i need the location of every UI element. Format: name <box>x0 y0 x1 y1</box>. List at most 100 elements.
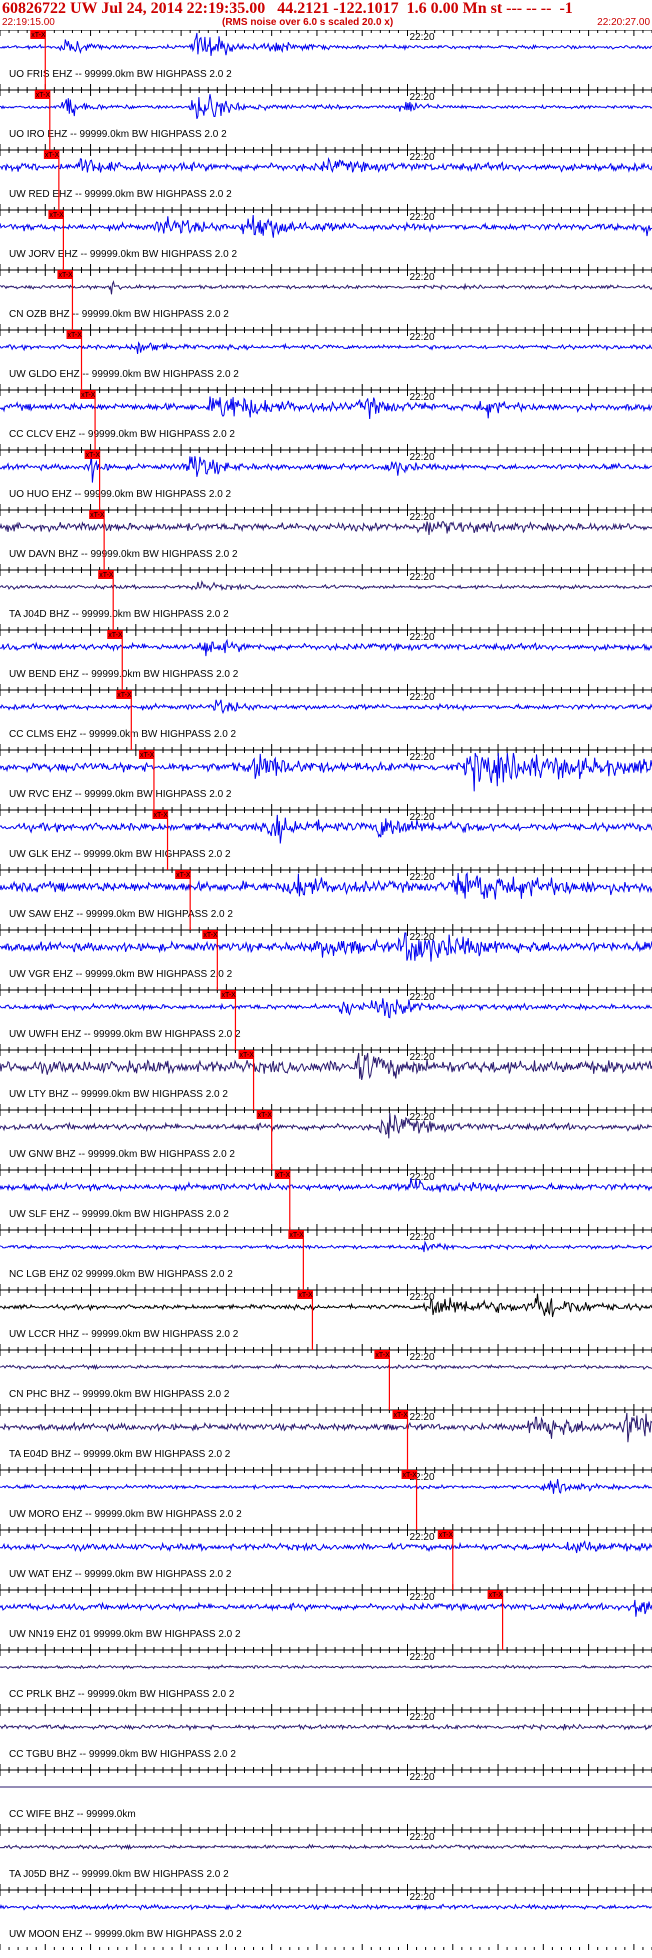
time-label: 22:20 <box>410 572 435 583</box>
time-label: 22:20 <box>410 932 435 943</box>
time-label: 22:20 <box>410 1112 435 1123</box>
station-label: UW RVC EHZ -- 99999.0km BW HIGHPASS 2.0 … <box>9 789 232 800</box>
station-label: CC PRLK BHZ -- 99999.0km BW HIGHPASS 2.0… <box>9 1689 235 1700</box>
station-label: UW LCCR HHZ -- 99999.0km BW HIGHPASS 2.0… <box>9 1329 239 1340</box>
pick-label: xT-X <box>394 1412 409 1419</box>
time-label: 22:20 <box>410 1532 435 1543</box>
waveform-trace <box>0 932 652 962</box>
station-label: UO FRIS EHZ -- 99999.0km BW HIGHPASS 2.0… <box>9 69 232 80</box>
waveform-trace <box>0 157 652 173</box>
station-label: UO IRO EHZ -- 99999.0km BW HIGHPASS 2.0 … <box>9 129 227 140</box>
waveform-trace <box>0 1363 652 1371</box>
pick-label: xT-X <box>375 1352 390 1359</box>
time-label: 22:20 <box>410 1712 435 1723</box>
time-label: 22:20 <box>410 152 435 163</box>
time-label: 22:20 <box>410 752 435 763</box>
pick-label: xT-X <box>90 512 105 519</box>
pick-label: xT-X <box>203 932 218 939</box>
waveform-trace <box>0 1723 652 1732</box>
waveform-trace <box>0 580 652 592</box>
waveform-trace <box>0 94 652 119</box>
pick-label: xT-X <box>117 692 132 699</box>
station-label: TA J05D BHZ -- 99999.0km BW HIGHPASS 2.0… <box>9 1869 229 1880</box>
waveform-trace <box>0 1112 652 1139</box>
waveform-trace <box>0 1540 652 1554</box>
station-label: CC CLCV EHZ -- 99999.0km BW HIGHPASS 2.0… <box>9 429 235 440</box>
station-label: NC LGB EHZ 02 99999.0km BW HIGHPASS 2.0 … <box>9 1269 233 1280</box>
waveform-trace <box>0 32 652 56</box>
time-label: 22:20 <box>410 992 435 1003</box>
pick-label: xT-X <box>86 452 101 459</box>
pick-label: xT-X <box>258 1112 273 1119</box>
pick-label: xT-X <box>176 872 191 879</box>
pick-label: xT-X <box>439 1532 454 1539</box>
time-label: 22:20 <box>410 272 435 283</box>
time-label: 22:20 <box>410 692 435 703</box>
start-time: 22:19:15.00 <box>2 17 55 28</box>
station-label: UW BEND EHZ -- 99999.0km BW HIGHPASS 2.0… <box>9 669 239 680</box>
waveform-trace <box>0 1599 652 1617</box>
station-label: TA E04D BHZ -- 99999.0km BW HIGHPASS 2.0… <box>9 1449 231 1460</box>
pick-label: xT-X <box>289 1232 304 1239</box>
station-label: TA J04D BHZ -- 99999.0km BW HIGHPASS 2.0… <box>9 609 229 620</box>
seismogram-plot: 22:20 UO FRIS EHZ -- 99999.0km BW HIGHPAS… <box>0 30 652 1950</box>
station-label: CN OZB BHZ -- 99999.0km BW HIGHPASS 2.0 … <box>9 309 229 320</box>
waveform-trace <box>0 1843 652 1851</box>
time-label: 22:20 <box>410 512 435 523</box>
station-label: UW LTY BHZ -- 99999.0km BW HIGHPASS 2.0 … <box>9 1089 228 1100</box>
station-label: UW NN19 EHZ 01 99999.0km BW HIGHPASS 2.0… <box>9 1629 241 1640</box>
pick-label: xT-X <box>298 1292 313 1299</box>
waveform-trace <box>0 752 652 792</box>
pick-label: xT-X <box>45 152 60 159</box>
time-label: 22:20 <box>410 332 435 343</box>
pick-label: xT-X <box>221 992 236 999</box>
time-label: 22:20 <box>410 632 435 643</box>
time-label: 22:20 <box>410 1172 435 1183</box>
station-label: UW MOON EHZ -- 99999.0km BW HIGHPASS 2.0… <box>9 1929 242 1940</box>
event-title: 60826722 UW Jul 24, 2014 22:19:35.00 44.… <box>2 0 573 17</box>
waveform-trace <box>0 699 652 715</box>
time-label: 22:20 <box>410 92 435 103</box>
pick-label: xT-X <box>31 32 46 39</box>
waveform-trace <box>0 1052 652 1081</box>
waveform-trace <box>0 280 652 295</box>
time-label: 22:20 <box>410 1352 435 1363</box>
pick-label: xT-X <box>81 392 96 399</box>
time-label: 22:20 <box>410 1232 435 1243</box>
station-label: CC TGBU BHZ -- 99999.0km BW HIGHPASS 2.0… <box>9 1749 236 1760</box>
waveform-trace <box>0 215 652 238</box>
time-label: 22:20 <box>410 1592 435 1603</box>
pick-label: xT-X <box>49 212 64 219</box>
station-label: CC CLMS EHZ -- 99999.0km BW HIGHPASS 2.0… <box>9 729 237 740</box>
pick-label: xT-X <box>58 272 73 279</box>
time-label: 22:20 <box>410 452 435 463</box>
waveform-trace <box>0 341 652 354</box>
waveform-trace <box>0 1479 652 1494</box>
waveform-trace <box>0 1240 652 1253</box>
time-label: 22:20 <box>410 1892 435 1903</box>
pick-label: xT-X <box>36 92 51 99</box>
waveform-trace <box>0 1293 652 1318</box>
pick-label: xT-X <box>276 1172 291 1179</box>
plot-header: 60826722 UW Jul 24, 2014 22:19:35.00 44.… <box>0 0 652 30</box>
waveform-trace <box>0 396 652 420</box>
time-label: 22:20 <box>410 1832 435 1843</box>
station-label: UW UWFH EHZ -- 99999.0km BW HIGHPASS 2.0… <box>9 1029 241 1040</box>
scaling-note: (RMS noise over 6.0 s scaled 20.0 x) <box>222 17 394 28</box>
pick-label: xT-X <box>108 632 123 639</box>
station-label: UW SAW EHZ -- 99999.0km BW HIGHPASS 2.0 … <box>9 909 233 920</box>
station-label: UW GLDO EHZ -- 99999.0km BW HIGHPASS 2.0… <box>9 369 239 380</box>
waveform-trace <box>0 520 652 536</box>
station-label: UW SLF EHZ -- 99999.0km BW HIGHPASS 2.0 … <box>9 1209 229 1220</box>
waveform-trace <box>0 1903 652 1911</box>
station-label: UW GNW BHZ -- 99999.0km BW HIGHPASS 2.0 … <box>9 1149 235 1160</box>
station-label: CN PHC BHZ -- 99999.0km BW HIGHPASS 2.0 … <box>9 1389 230 1400</box>
time-label: 22:20 <box>410 1412 435 1423</box>
time-label: 22:20 <box>410 812 435 823</box>
time-label: 22:20 <box>410 872 435 883</box>
time-label: 22:20 <box>410 1772 435 1783</box>
station-label: UW DAVN BHZ -- 99999.0km BW HIGHPASS 2.0… <box>9 549 238 560</box>
pick-label: xT-X <box>154 812 169 819</box>
end-time: 22:20:27.00 <box>597 17 650 28</box>
waveform-trace <box>0 814 652 844</box>
